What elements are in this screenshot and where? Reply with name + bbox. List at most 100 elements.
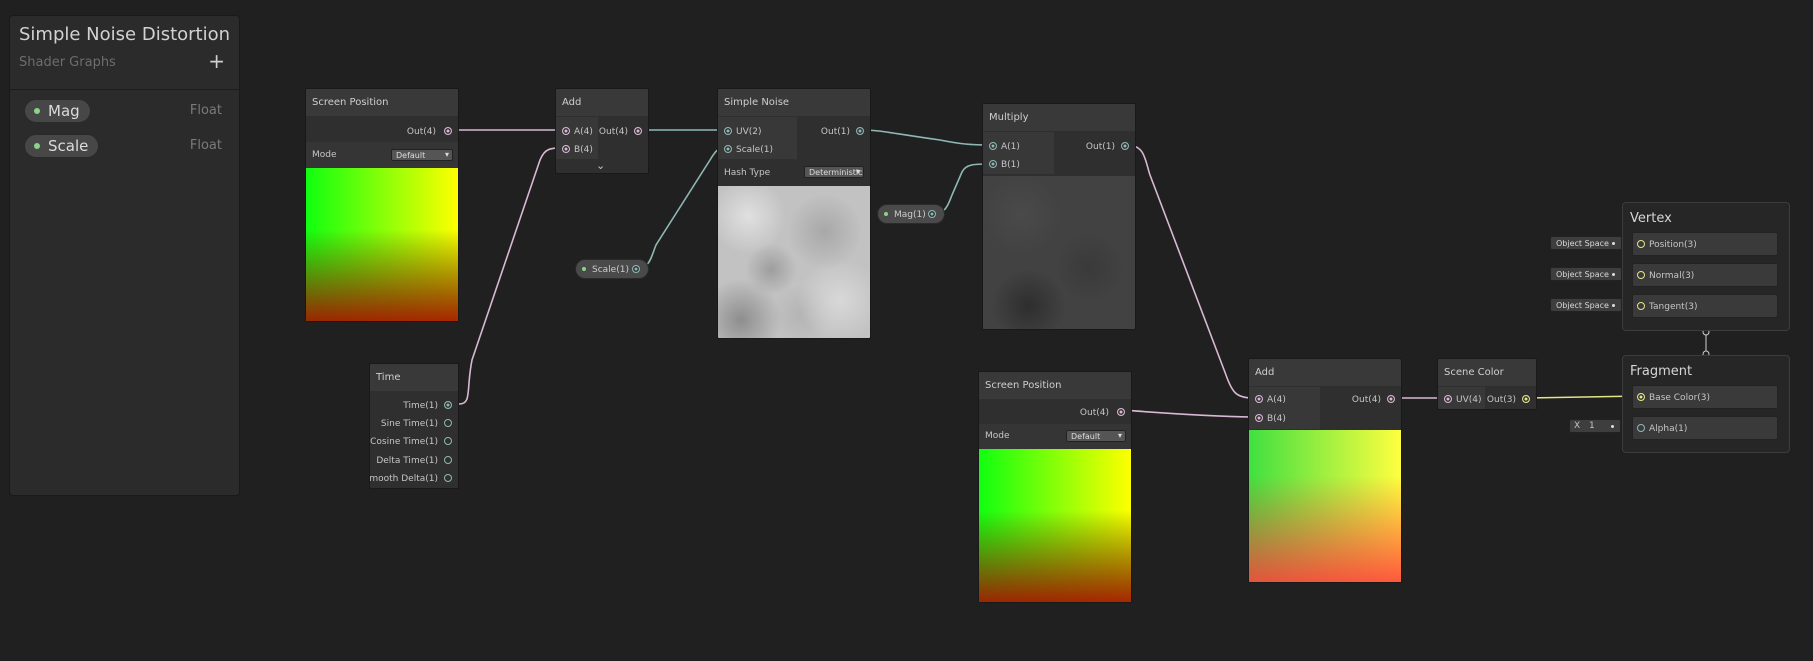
- slot-label: Position(3): [1649, 240, 1697, 250]
- node-title: Time: [370, 364, 458, 391]
- input-label-b: B(1): [1001, 160, 1020, 170]
- node-title: Simple Noise: [718, 89, 870, 116]
- input-label-scale: Scale(1): [736, 145, 773, 155]
- input-port-a[interactable]: [989, 142, 997, 150]
- collapse-chevron-icon[interactable]: ⌄: [596, 159, 605, 172]
- node-title: Screen Position: [979, 372, 1131, 399]
- property-mag[interactable]: Mag: [24, 99, 91, 123]
- property-node-scale[interactable]: Scale(1): [575, 259, 649, 279]
- output-label: Time(1): [403, 401, 438, 411]
- output-port[interactable]: [444, 419, 452, 427]
- hash-type-label: Hash Type: [724, 168, 771, 178]
- graph-subtitle: Shader Graphs: [19, 55, 116, 70]
- output-port[interactable]: [1117, 408, 1125, 416]
- input-label-b: B(4): [1267, 414, 1286, 424]
- mode-dropdown[interactable]: Default: [391, 149, 453, 161]
- vertex-context: Vertex Position(3) Normal(3) Tangent(3): [1622, 202, 1790, 331]
- fragment-slot-base-color[interactable]: Base Color(3): [1632, 385, 1778, 409]
- output-port[interactable]: [1387, 395, 1395, 403]
- input-port[interactable]: [1637, 240, 1645, 248]
- node-time[interactable]: Time Time(1) Sine Time(1) Cosine Time(1)…: [369, 363, 459, 489]
- property-node-mag[interactable]: Mag(1): [877, 204, 945, 224]
- input-port-a[interactable]: [562, 127, 570, 135]
- input-port-b[interactable]: [562, 145, 570, 153]
- slot-label: Tangent(3): [1649, 302, 1698, 312]
- space-dropdown-tangent[interactable]: Object Space: [1550, 298, 1622, 312]
- vertex-slot-normal[interactable]: Normal(3): [1632, 263, 1778, 287]
- mode-label: Mode: [985, 431, 1010, 441]
- property-mag-type: Float: [189, 103, 222, 118]
- property-node-label: Scale(1): [592, 265, 629, 275]
- input-port[interactable]: [1637, 393, 1645, 401]
- output-port[interactable]: [632, 265, 640, 273]
- output-port[interactable]: [444, 401, 452, 409]
- add-property-button[interactable]: +: [208, 49, 225, 73]
- node-screen-position[interactable]: Screen Position Out(4) Mode Default: [978, 371, 1132, 603]
- output-port[interactable]: [1522, 395, 1530, 403]
- property-scale-type: Float: [189, 138, 222, 153]
- divider: [10, 89, 239, 90]
- output-label: Out(4): [406, 127, 436, 137]
- space-dropdown-normal[interactable]: Object Space: [1550, 267, 1622, 281]
- property-scale[interactable]: Scale: [24, 134, 100, 158]
- wire-time-to-add-b: [458, 147, 566, 405]
- input-label-uv: UV(4): [1456, 395, 1482, 405]
- input-label-b: B(4): [574, 145, 593, 155]
- fragment-title: Fragment: [1630, 364, 1693, 379]
- input-port-b[interactable]: [1255, 414, 1263, 422]
- node-add[interactable]: Add A(4) B(4) Out(4) ⌄: [555, 88, 649, 174]
- node-screen-position[interactable]: Screen Position Out(4) Mode Default: [305, 88, 459, 322]
- input-label-uv: UV(2): [736, 127, 762, 137]
- hash-type-dropdown[interactable]: Deterministic: [804, 166, 864, 178]
- wire-screenpos2-to-add2-b: [1121, 409, 1254, 418]
- blackboard-panel: Simple Noise Distortion Shader Graphs + …: [9, 15, 240, 496]
- wire-noise-to-multiply-a: [861, 129, 992, 146]
- output-label: Sine Time(1): [380, 419, 438, 429]
- node-title: Screen Position: [306, 89, 458, 116]
- noise-preview-image: [718, 186, 870, 338]
- node-multiply[interactable]: Multiply A(1) B(1) Out(1): [982, 103, 1136, 330]
- input-label-a: A(4): [1267, 395, 1286, 405]
- output-port[interactable]: [444, 456, 452, 464]
- output-port[interactable]: [1121, 142, 1129, 150]
- input-port-uv[interactable]: [724, 127, 732, 135]
- node-title: Scene Color: [1438, 359, 1536, 386]
- input-label-a: A(4): [574, 127, 593, 137]
- input-port[interactable]: [1637, 424, 1645, 432]
- output-port[interactable]: [856, 127, 864, 135]
- space-dropdown-position[interactable]: Object Space: [1550, 236, 1622, 250]
- input-label-a: A(1): [1001, 142, 1020, 152]
- input-port-scale[interactable]: [724, 145, 732, 153]
- output-port[interactable]: [444, 437, 452, 445]
- vertex-slot-tangent[interactable]: Tangent(3): [1632, 294, 1778, 318]
- output-label: Delta Time(1): [376, 456, 438, 466]
- node-title: Add: [1249, 359, 1401, 386]
- output-label: Out(4): [1351, 395, 1381, 405]
- node-add[interactable]: Add A(4) B(4) Out(4): [1248, 358, 1402, 583]
- input-port[interactable]: [1637, 271, 1645, 279]
- output-label: Cosine Time(1): [370, 437, 438, 447]
- output-label: Out(4): [598, 127, 628, 137]
- output-port[interactable]: [928, 210, 936, 218]
- output-port[interactable]: [634, 127, 642, 135]
- alpha-value-field[interactable]: X 1: [1569, 419, 1621, 433]
- node-simple-noise[interactable]: Simple Noise UV(2) Scale(1) Out(1) Hash …: [717, 88, 871, 339]
- node-title: Multiply: [983, 104, 1135, 131]
- input-port[interactable]: [1637, 302, 1645, 310]
- output-label: Out(1): [1085, 142, 1115, 152]
- wire-multiply-to-add2-a: [1126, 144, 1254, 399]
- input-port-uv[interactable]: [1444, 395, 1452, 403]
- mode-label: Mode: [312, 150, 337, 160]
- slot-label: Alpha(1): [1649, 424, 1688, 434]
- input-port-b[interactable]: [989, 160, 997, 168]
- output-port[interactable]: [444, 127, 452, 135]
- mode-dropdown[interactable]: Default: [1066, 430, 1126, 442]
- node-scene-color[interactable]: Scene Color UV(4) Out(3): [1437, 358, 1537, 410]
- vertex-slot-position[interactable]: Position(3): [1632, 232, 1778, 256]
- output-port[interactable]: [444, 474, 452, 482]
- vertex-title: Vertex: [1630, 211, 1672, 226]
- input-port-a[interactable]: [1255, 395, 1263, 403]
- fragment-slot-alpha[interactable]: Alpha(1): [1632, 416, 1778, 440]
- slot-label: Normal(3): [1649, 271, 1695, 281]
- output-label: Out(1): [820, 127, 850, 137]
